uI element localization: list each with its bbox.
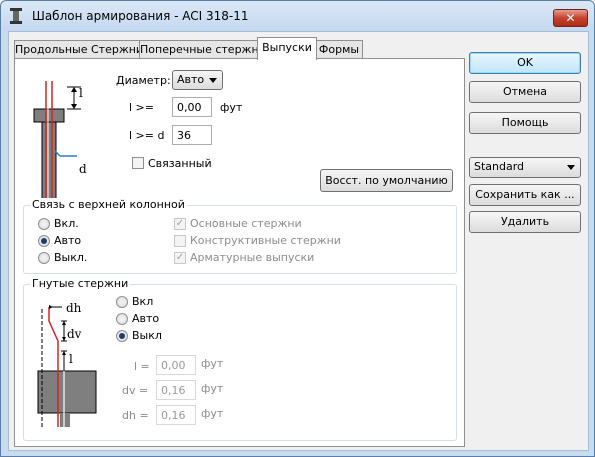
upper-column-option-label: Авто <box>54 234 82 247</box>
upper-column-group: Связь с верхней колонной Вкл. Авто Выкл.… <box>23 198 457 274</box>
ok-button[interactable]: OK <box>469 52 581 74</box>
cancel-button[interactable]: Отмена <box>469 81 581 103</box>
save-as-label: Сохранить как ... <box>475 188 575 201</box>
bent-option-label: Выкл <box>132 329 162 342</box>
bent-dv-unit: фут <box>201 382 224 395</box>
template-select[interactable]: Standard <box>469 157 581 178</box>
diagram-l-label: l <box>69 352 73 366</box>
diagram-dh-label: dh <box>66 301 82 315</box>
bent-option-label: Вкл <box>132 295 154 308</box>
upper-column-radio-auto[interactable] <box>38 235 50 247</box>
diagram-d-label: d <box>79 162 87 176</box>
tab-label: Продольные Стержни <box>15 43 144 56</box>
cancel-label: Отмена <box>502 85 548 98</box>
bent-l-input[interactable] <box>156 355 196 375</box>
l-ge-input[interactable] <box>172 97 212 117</box>
diagram-l-label: l <box>79 86 83 100</box>
dowel-bars-checkbox[interactable]: ✓ <box>174 252 186 264</box>
tab-label: Формы <box>318 43 360 56</box>
bent-dh-unit: фут <box>201 407 224 420</box>
chevron-down-icon <box>567 165 575 170</box>
tab-panel-dowels: l d Диаметр: Авто l >= фут l >= d Связан… <box>14 58 465 447</box>
constructive-bars-checkbox[interactable] <box>174 235 186 247</box>
bent-radio-auto[interactable] <box>116 313 128 325</box>
template-value: Standard <box>474 160 525 173</box>
bent-dh-label: dh = <box>122 409 149 422</box>
tab-shapes[interactable]: Формы <box>315 40 363 59</box>
tab-transverse-bars[interactable]: Поперечные стержни <box>139 40 266 59</box>
chevron-down-icon <box>209 78 217 83</box>
bound-checkbox[interactable] <box>132 157 144 169</box>
bound-label: Связанный <box>148 157 212 170</box>
main-bars-checkbox[interactable]: ✓ <box>174 218 186 230</box>
bent-dv-input[interactable] <box>156 380 196 400</box>
bent-dv-label: dv = <box>122 384 149 397</box>
bent-option-label: Авто <box>132 312 160 325</box>
delete-button[interactable]: Удалить <box>469 211 581 233</box>
close-icon: ✕ <box>565 11 576 25</box>
tab-label: Выпуски <box>262 41 312 54</box>
upper-column-option-label: Вкл. <box>54 217 79 230</box>
diameter-select[interactable]: Авто <box>172 70 223 90</box>
save-as-button[interactable]: Сохранить как ... <box>469 184 581 206</box>
delete-label: Удалить <box>500 215 550 228</box>
l-ge-label: l >= <box>129 101 154 114</box>
tab-dowels[interactable]: Выпуски <box>257 37 317 60</box>
upper-column-option-label: Выкл. <box>54 251 88 264</box>
upper-column-radio-on[interactable] <box>38 218 50 230</box>
main-bars-label: Основные стержни <box>190 217 302 230</box>
tab-longitudinal-bars[interactable]: Продольные Стержни <box>14 40 144 59</box>
diameter-label: Диаметр: <box>116 74 171 87</box>
restore-defaults-label: Восст. по умолчанию <box>325 174 448 187</box>
constructive-bars-label: Конструктивные стержни <box>190 234 341 247</box>
dialog-body: Продольные Стержни Поперечные стержни Вы… <box>8 31 589 451</box>
bent-l-label: l = <box>134 360 150 373</box>
tab-label: Поперечные стержни <box>140 43 266 56</box>
bent-radio-on[interactable] <box>116 296 128 308</box>
bent-radio-off[interactable] <box>116 330 128 342</box>
help-label: Помощь <box>501 116 549 129</box>
dialog-window: Шаблон армирования - ACI 318-11 ✕ Продол… <box>0 0 595 457</box>
diameter-value: Авто <box>177 73 205 86</box>
restore-defaults-button[interactable]: Восст. по умолчанию <box>320 169 453 192</box>
diagram-dv-label: dv <box>67 327 82 341</box>
l-ge-d-input[interactable] <box>172 125 212 145</box>
window-title: Шаблон армирования - ACI 318-11 <box>32 9 249 23</box>
ok-label: OK <box>517 56 533 69</box>
l-unit-label: фут <box>220 101 243 114</box>
l-ge-d-label: l >= d <box>129 129 165 142</box>
upper-column-radio-off[interactable] <box>38 252 50 264</box>
app-column-icon <box>10 8 22 24</box>
bent-dh-input[interactable] <box>156 405 196 425</box>
upper-column-group-title: Связь с верхней колонной <box>30 198 187 211</box>
help-button[interactable]: Помощь <box>469 112 581 134</box>
close-button[interactable]: ✕ <box>553 9 588 27</box>
title-bar[interactable]: Шаблон армирования - ACI 318-11 ✕ <box>1 1 594 31</box>
bent-bars-group: Гнутые стержни dh dv l Вкл Авто Выкл l =… <box>23 277 457 441</box>
dowel-bars-label: Арматурные выпуски <box>190 251 315 264</box>
bent-bars-group-title: Гнутые стержни <box>30 277 131 290</box>
bent-l-unit: фут <box>201 357 224 370</box>
dowel-diagram <box>33 81 81 201</box>
